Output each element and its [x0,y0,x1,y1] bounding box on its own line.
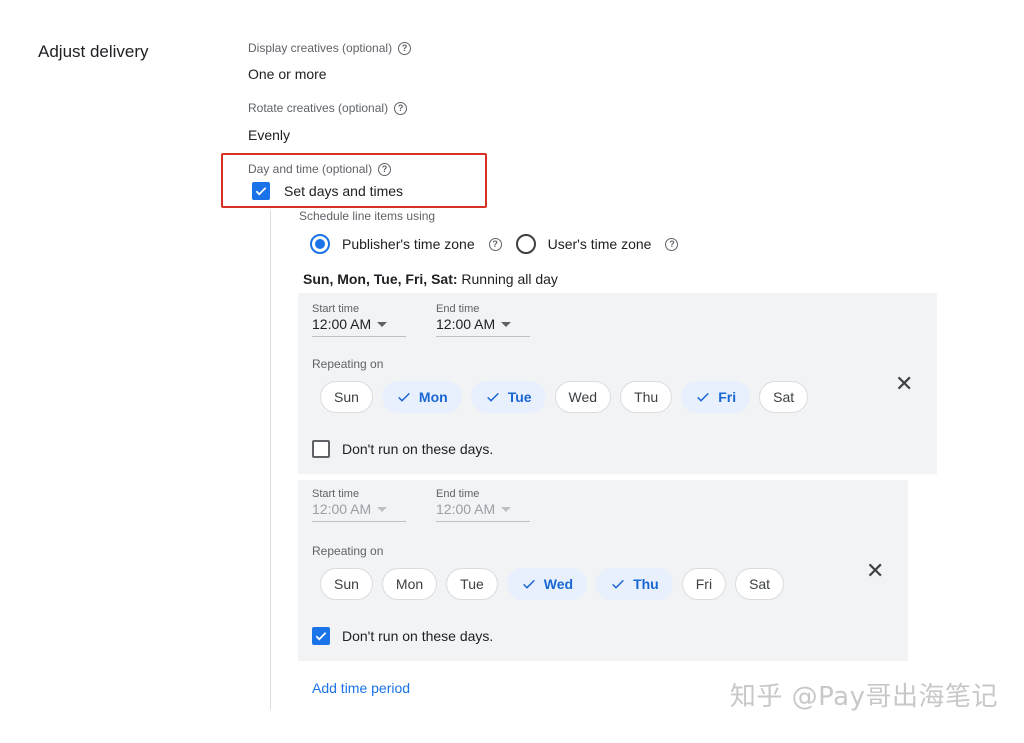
caret-down-icon [501,506,512,512]
day-time-label: Day and time (optional) ? [248,162,392,176]
start-time-dropdown[interactable]: Start time 12:00 AM [312,488,406,522]
display-creatives-value[interactable]: One or more [248,66,327,82]
check-icon [522,579,535,589]
check-icon [398,392,410,402]
check-icon [315,632,327,641]
caret-down-icon [377,321,388,327]
add-time-period-link[interactable]: Add time period [312,680,410,696]
day-chip-fri[interactable]: Fri [681,381,751,413]
day-chip-sat[interactable]: Sat [759,381,809,413]
day-chip-tue[interactable]: Tue [470,381,546,413]
day-chip-mon[interactable]: Mon [381,568,438,600]
day-chip-thu[interactable]: Thu [596,568,673,600]
dont-run-checkbox[interactable] [312,627,330,645]
set-days-times-row[interactable]: Set days and times [252,182,403,200]
check-icon [612,579,624,589]
close-icon[interactable]: ✕ [895,373,913,395]
dont-run-label: Don't run on these days. [342,441,494,457]
time-period-panel: Start time 12:00 AM End time 12:00 AM Re… [298,480,908,661]
user-tz-radio[interactable] [515,234,536,254]
section-title: Adjust delivery [38,42,149,61]
check-icon [486,392,499,402]
publisher-tz-radio[interactable] [310,234,330,254]
end-time-dropdown[interactable]: End time 12:00 AM [436,488,530,522]
time-period-panel: Start time 12:00 AM End time 12:00 AM Re… [298,293,937,474]
repeating-label: Repeating on [312,357,384,371]
caret-down-icon [501,321,512,327]
dont-run-row[interactable]: Don't run on these days. [312,627,493,645]
day-chip-group: Sun Mon Tue Wed Thu Fri Sat [320,381,809,413]
start-time-dropdown[interactable]: Start time 12:00 AM [312,303,406,337]
set-days-times-label: Set days and times [284,183,404,199]
repeating-label: Repeating on [312,544,384,558]
schedule-label: Schedule line items using [299,209,436,223]
day-chip-fri[interactable]: Fri [681,568,727,600]
user-tz-label: User's time zone [547,236,652,252]
dont-run-label: Don't run on these days. [342,628,494,644]
display-creatives-label: Display creatives (optional) ? [248,41,412,55]
help-icon[interactable]: ? [488,237,502,251]
day-chip-thu[interactable]: Thu [620,381,673,413]
day-chip-tue[interactable]: Tue [446,568,498,600]
set-days-times-checkbox[interactable] [252,182,270,200]
day-chip-mon[interactable]: Mon [381,381,462,413]
help-icon[interactable]: ? [394,101,408,115]
dont-run-row[interactable]: Don't run on these days. [312,440,493,458]
publisher-tz-label: Publisher's time zone [342,236,475,252]
day-chip-wed[interactable]: Wed [506,568,588,600]
day-chip-group: Sun Mon Tue Wed Thu Fri Sat [320,568,785,600]
help-icon[interactable]: ? [398,41,412,55]
day-chip-sun[interactable]: Sun [320,568,373,600]
watermark: 知乎 @Pay哥出海笔记 [729,682,998,712]
check-icon [697,392,710,402]
end-time-dropdown[interactable]: End time 12:00 AM [436,303,530,337]
rotate-creatives-value[interactable]: Evenly [248,127,290,143]
caret-down-icon [377,506,388,512]
rotate-creatives-label: Rotate creatives (optional) ? [248,101,408,115]
dont-run-checkbox[interactable] [312,440,330,458]
help-icon[interactable]: ? [665,237,679,251]
timezone-radio-group: Publisher's time zone ? User's time zone… [310,234,679,254]
day-chip-sun[interactable]: Sun [320,381,373,413]
schedule-summary: Sun, Mon, Tue, Fri, Sat: Running all day [303,271,558,287]
indent-divider [270,210,271,710]
help-icon[interactable]: ? [378,162,392,176]
day-chip-wed[interactable]: Wed [554,381,612,413]
check-icon [255,187,267,196]
close-icon[interactable]: ✕ [866,560,884,582]
day-chip-sat[interactable]: Sat [735,568,785,600]
